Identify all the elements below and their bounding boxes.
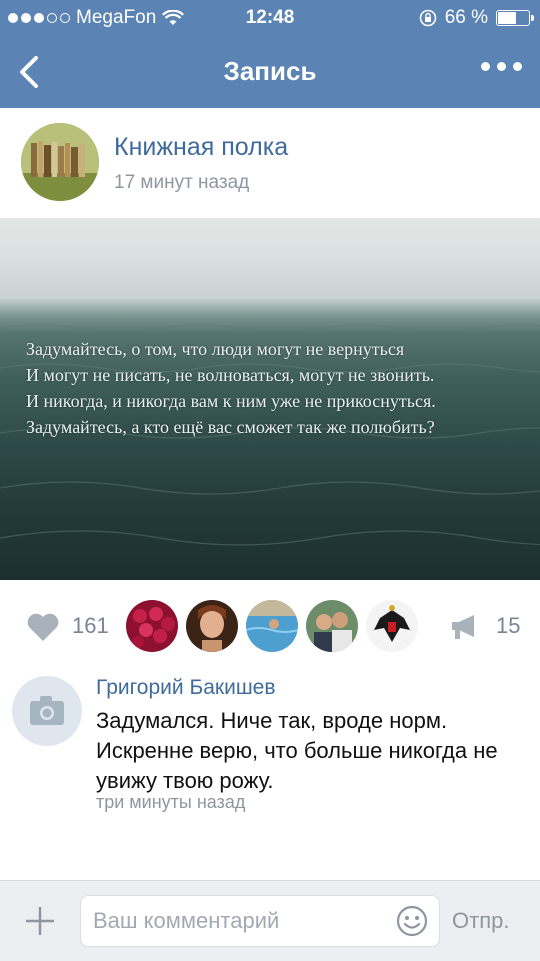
pool-avatar[interactable] xyxy=(244,598,300,654)
share-count[interactable]: 15 xyxy=(496,613,520,639)
battery-icon xyxy=(496,10,534,26)
friends-avatar[interactable] xyxy=(304,598,360,654)
battery-percent: 66 % xyxy=(444,7,488,28)
coat-of-arms-avatar[interactable] xyxy=(364,598,420,654)
commenter-avatar[interactable] xyxy=(12,676,82,746)
send-button[interactable]: Отпр. xyxy=(452,908,509,934)
nav-bar: Запись xyxy=(0,36,540,108)
poem-line: Задумайтесь, а кто ещё вас сможет так же… xyxy=(26,417,435,437)
status-bar: MegaFon 12:48 66 % xyxy=(0,0,540,36)
camera-icon xyxy=(30,696,64,725)
roses-avatar[interactable] xyxy=(124,598,180,654)
heart-icon[interactable] xyxy=(26,612,60,642)
page-title: Запись xyxy=(223,56,317,86)
post-image-text: Задумайтесь, о том, что люди могут не ве… xyxy=(26,336,436,440)
poem-line: Задумайтесь, о том, что люди могут не ве… xyxy=(26,339,405,359)
post-header: Книжная полка 17 минут назад xyxy=(0,108,540,218)
comment-timestamp: три минуты назад xyxy=(96,792,246,812)
comment-composer: Ваш комментарий Отпр. xyxy=(0,880,540,961)
girl-avatar[interactable] xyxy=(184,598,240,654)
group-avatar[interactable] xyxy=(21,123,99,201)
bookshelf-avatar-icon xyxy=(21,123,99,201)
emoji-icon[interactable] xyxy=(395,904,429,938)
post-timestamp: 17 минут назад xyxy=(114,172,250,193)
liker-avatars[interactable] xyxy=(124,598,420,654)
like-count[interactable]: 161 xyxy=(72,613,109,639)
megaphone-share-icon[interactable] xyxy=(450,613,480,641)
group-name-link[interactable]: Книжная полка xyxy=(114,133,288,162)
comment-item: Григорий Бакишев Задумался. Ниче так, вр… xyxy=(0,664,540,879)
comment-input-placeholder: Ваш комментарий xyxy=(93,908,280,933)
attach-plus-icon[interactable] xyxy=(24,905,56,937)
comment-input[interactable]: Ваш комментарий xyxy=(80,895,440,947)
poem-line: И могут не писать, не волноваться, могут… xyxy=(26,365,435,385)
more-dots-icon xyxy=(481,62,490,71)
comment-author-link[interactable]: Григорий Бакишев xyxy=(96,676,276,700)
post-actions: 161 15 xyxy=(0,580,540,665)
status-right: 66 % xyxy=(419,7,534,29)
more-button[interactable] xyxy=(481,62,522,71)
post-image[interactable]: Задумайтесь, о том, что люди могут не ве… xyxy=(0,218,540,580)
poem-line: И никогда, и никогда вам к ним уже не пр… xyxy=(26,391,436,411)
rotation-lock-icon xyxy=(419,9,436,27)
comment-text: Задумался. Ниче так, вроде норм. Искренн… xyxy=(96,708,498,793)
